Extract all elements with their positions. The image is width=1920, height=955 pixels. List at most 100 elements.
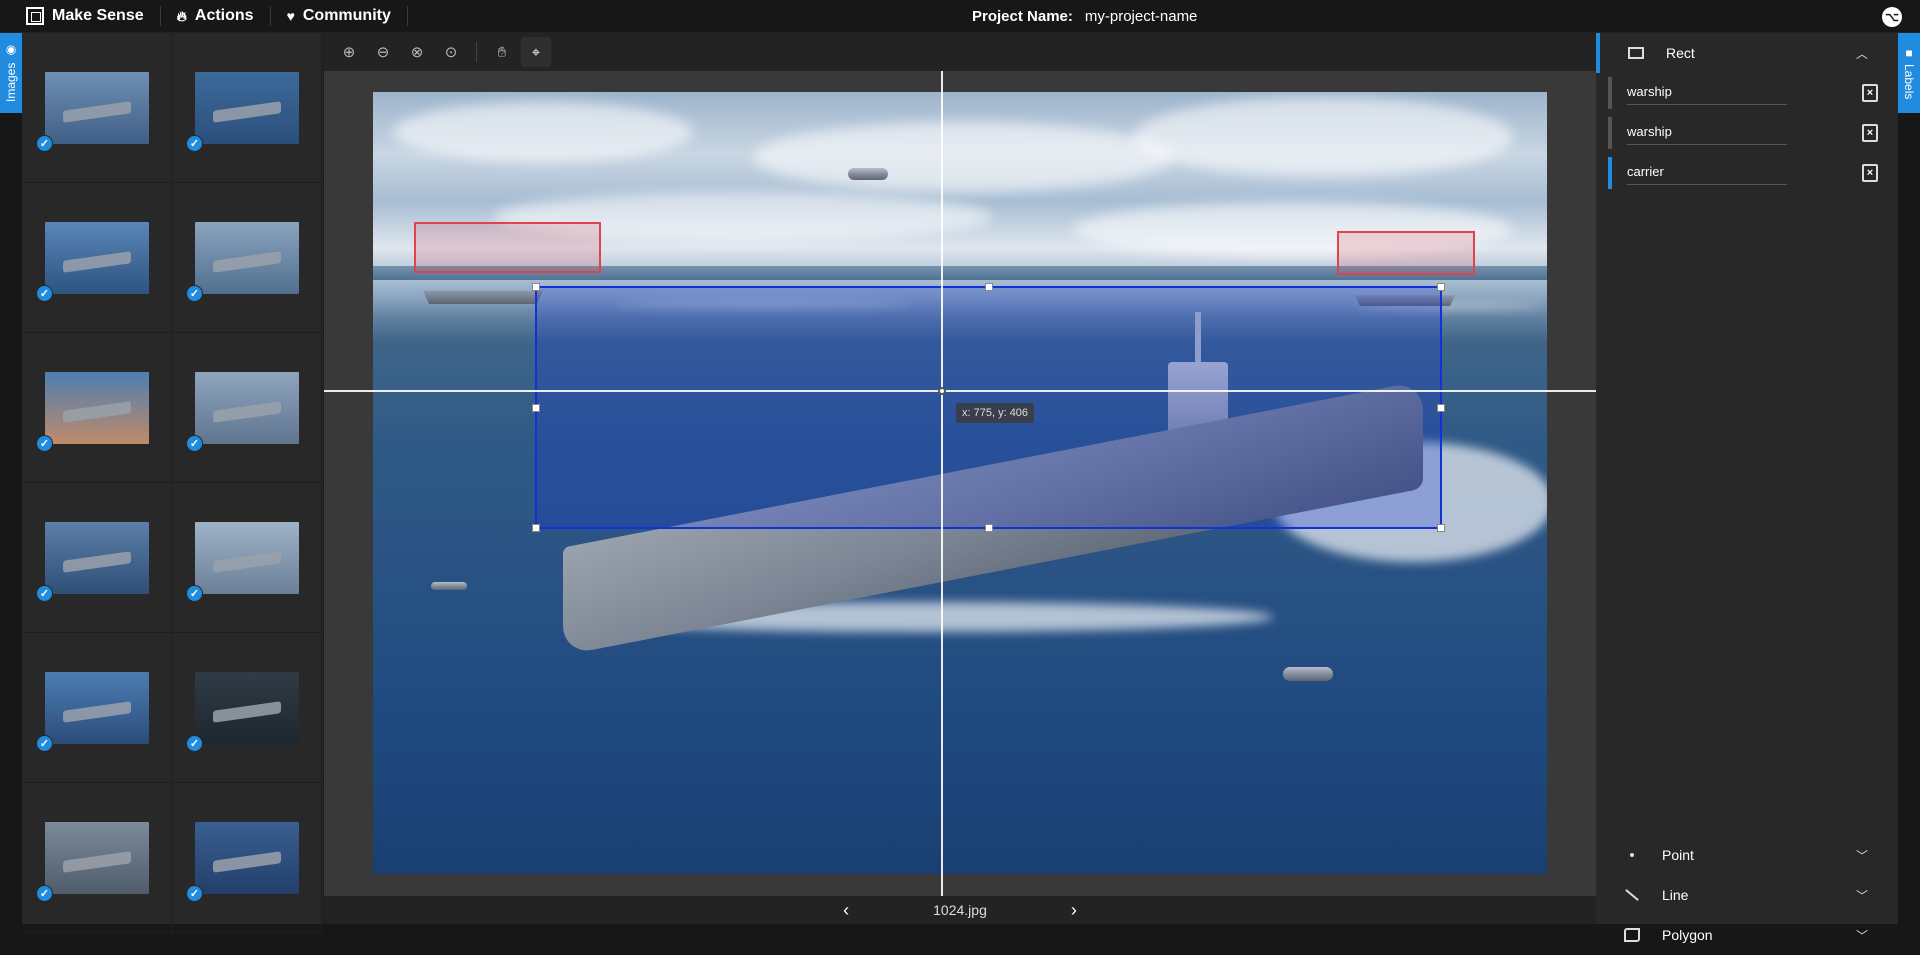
image-thumbnail[interactable]: ✓ — [22, 333, 172, 483]
nav-community[interactable]: ♥ Community — [287, 7, 391, 25]
brand-name: Make Sense — [52, 7, 144, 24]
chevron-up-icon[interactable]: ︿ — [1856, 45, 1868, 62]
image-thumbnail[interactable]: ✓ — [22, 183, 172, 333]
polygon-icon — [1624, 928, 1640, 942]
label-item-indicator — [1608, 157, 1612, 189]
image-thumbnail[interactable]: ✓ — [172, 33, 322, 183]
label-name-input[interactable]: warship — [1627, 121, 1787, 145]
crosshair-horizontal-line — [324, 390, 1596, 392]
divider — [269, 6, 271, 26]
github-icon[interactable]: ⌥ — [1882, 7, 1902, 27]
polygon-tool-header[interactable]: Polygon ﹀ — [1596, 915, 1898, 955]
project-name-input[interactable]: my-project-name — [1085, 8, 1198, 25]
thumbnail-ship-shape — [212, 400, 281, 423]
image-thumbnail[interactable]: ✓ — [22, 633, 172, 783]
label-item[interactable]: warship × — [1608, 73, 1898, 113]
camera-icon: ◉ — [4, 44, 18, 59]
image-thumbnail[interactable]: ✓ — [172, 333, 322, 483]
thumbnail-ship-shape — [62, 100, 131, 123]
delete-label-icon[interactable]: × — [1862, 84, 1878, 102]
warship-left — [423, 290, 543, 304]
line-tool-header[interactable]: Line ﹀ — [1596, 875, 1898, 915]
thumbnail-image — [44, 71, 149, 144]
thumbnail-image — [44, 521, 149, 594]
label-name-input[interactable]: carrier — [1627, 161, 1787, 185]
thumbnail-ship-shape — [212, 850, 281, 873]
image-thumbnail[interactable]: ✓ — [22, 783, 172, 933]
thumbnail-ship-shape — [62, 700, 131, 723]
thumbnail-image — [44, 821, 149, 894]
thumbnail-ship-shape — [62, 250, 131, 273]
checkmark-icon: ✓ — [186, 435, 203, 452]
checkmark-icon: ✓ — [36, 735, 53, 752]
resize-handle[interactable] — [532, 283, 540, 291]
next-image-button[interactable]: › — [1071, 900, 1077, 921]
cloud-shape — [753, 122, 1173, 192]
crosshair-icon[interactable]: ⌖ — [521, 37, 551, 67]
editor-canvas[interactable]: x: 775, y: 406 — [324, 71, 1596, 896]
cloud-shape — [393, 102, 693, 162]
zoom-max-icon[interactable]: ⊙ — [436, 37, 466, 67]
resize-handle[interactable] — [985, 283, 993, 291]
thumbnail-image — [194, 371, 299, 444]
label-item[interactable]: carrier × — [1608, 153, 1898, 193]
thumbnail-image — [194, 71, 299, 144]
checkmark-icon: ✓ — [186, 735, 203, 752]
image-thumbnail[interactable]: ✓ — [22, 33, 172, 183]
images-panel: ✓ ✓ ✓ ✓ ✓ ✓ ✓ ✓ ✓ ✓ ✓ ✓ — [22, 33, 324, 933]
image-thumbnail[interactable]: ✓ — [172, 183, 322, 333]
labels-side-tab[interactable]: ■ Labels — [1898, 33, 1920, 113]
project-name-label: Project Name: — [972, 8, 1073, 25]
resize-handle[interactable] — [1437, 404, 1445, 412]
checkmark-icon: ✓ — [36, 885, 53, 902]
polygon-tool-label: Polygon — [1662, 927, 1713, 943]
chevron-down-icon[interactable]: ﹀ — [1856, 887, 1868, 904]
rect-tool-label: Rect — [1666, 45, 1695, 61]
thumbnail-image — [194, 821, 299, 894]
bounding-box-warship-1[interactable] — [414, 222, 601, 273]
brand[interactable]: Make Sense — [0, 0, 144, 32]
resize-handle[interactable] — [532, 524, 540, 532]
aircraft — [848, 168, 888, 180]
resize-handle[interactable] — [1437, 524, 1445, 532]
zoom-fit-icon[interactable]: ⊗ — [402, 37, 432, 67]
delete-label-icon[interactable]: × — [1862, 164, 1878, 182]
divider — [406, 6, 408, 26]
previous-image-button[interactable]: ‹ — [843, 900, 849, 921]
checkmark-icon: ✓ — [36, 435, 53, 452]
divider — [476, 42, 477, 62]
checkmark-icon: ✓ — [186, 585, 203, 602]
divider — [159, 6, 161, 26]
thumbnail-grid: ✓ ✓ ✓ ✓ ✓ ✓ ✓ ✓ ✓ ✓ ✓ ✓ — [22, 33, 323, 933]
images-side-tab[interactable]: Images ◉ — [0, 33, 22, 113]
checkmark-icon: ✓ — [186, 135, 203, 152]
label-name-input[interactable]: warship — [1627, 81, 1787, 105]
resize-handle[interactable] — [532, 404, 540, 412]
image-thumbnail[interactable]: ✓ — [172, 633, 322, 783]
image-thumbnail[interactable]: ✓ — [22, 483, 172, 633]
zoom-out-icon[interactable]: ⊖ — [368, 37, 398, 67]
zoom-in-icon[interactable]: ⊕ — [334, 37, 364, 67]
resize-handle[interactable] — [1437, 283, 1445, 291]
resize-handle[interactable] — [985, 524, 993, 532]
point-tool-header[interactable]: Point ﹀ — [1596, 835, 1898, 875]
rect-tool-header[interactable]: Rect ︿ — [1596, 33, 1898, 73]
bounding-box-warship-2[interactable] — [1337, 231, 1475, 275]
image-thumbnail[interactable]: ✓ — [172, 783, 322, 933]
nav-actions[interactable]: 🔥︎ Actions — [177, 7, 254, 25]
helicopter — [1283, 667, 1333, 681]
thumbnail-image — [194, 671, 299, 744]
thumbnail-image — [194, 521, 299, 594]
delete-label-icon[interactable]: × — [1862, 124, 1878, 142]
thumbnail-image — [44, 221, 149, 294]
thumbnail-ship-shape — [62, 400, 131, 423]
rectangle-icon — [1628, 47, 1644, 59]
label-item[interactable]: warship × — [1608, 113, 1898, 153]
chevron-down-icon[interactable]: ﹀ — [1856, 847, 1868, 864]
pan-hand-icon[interactable]: ✋︎ — [487, 37, 517, 67]
cloud-shape — [1133, 97, 1513, 177]
label-item-indicator — [1608, 77, 1612, 109]
chevron-down-icon[interactable]: ﹀ — [1856, 927, 1868, 944]
image-thumbnail[interactable]: ✓ — [172, 483, 322, 633]
flame-icon: 🔥︎ — [176, 7, 187, 24]
